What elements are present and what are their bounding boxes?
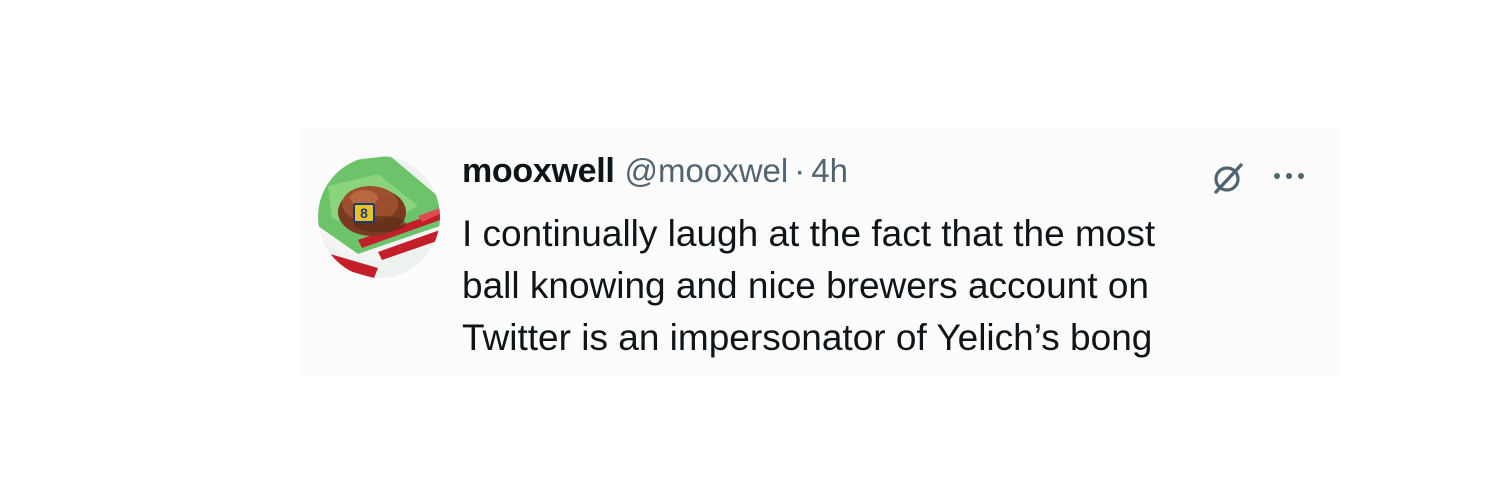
grok-icon[interactable] — [1208, 160, 1246, 198]
tweet-text-line: ball knowing and nice brewers account on — [462, 265, 1149, 306]
tweet-header: mooxwell @mooxwel · 4h — [462, 152, 1282, 204]
more-options-icon[interactable] — [1270, 160, 1310, 190]
avatar-badge-number: 8 — [360, 205, 368, 221]
tweet-text-line: I continually laugh at the fact that the… — [462, 213, 1156, 254]
tweet-text-line: Twitter is an impersonator of Yelich’s b… — [462, 317, 1153, 358]
display-name[interactable]: mooxwell — [462, 152, 615, 191]
user-handle[interactable]: @mooxwel — [625, 152, 789, 190]
avatar[interactable]: 8 — [318, 156, 440, 278]
tweet-text: I continually laugh at the fact that the… — [462, 208, 1282, 364]
avatar-image: 8 — [318, 156, 440, 278]
timestamp[interactable]: 4h — [811, 152, 848, 190]
separator-dot: · — [794, 152, 806, 189]
tweet-body: mooxwell @mooxwel · 4h I continually lau… — [462, 152, 1282, 364]
tweet-card[interactable]: 8 mooxwell @mooxwel · 4h I continually l… — [298, 128, 1340, 376]
